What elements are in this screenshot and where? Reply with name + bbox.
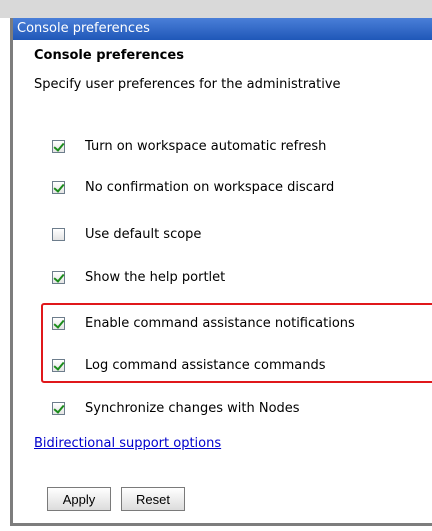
checkbox-command-assist-notifications[interactable] <box>52 316 65 330</box>
checkbox-default-scope[interactable] <box>52 227 65 241</box>
section-description: Specify user preferences for the adminis… <box>34 77 341 92</box>
panel-title: Console preferences <box>17 21 150 36</box>
option-label: No confirmation on workspace discard <box>85 179 335 195</box>
checkbox-sync-nodes[interactable] <box>52 401 65 415</box>
option-log-command-assist[interactable]: Log command assistance commands <box>52 355 326 375</box>
checkbox-log-command-assist[interactable] <box>52 358 65 372</box>
checkbox-help-portlet[interactable] <box>52 270 65 284</box>
option-label: Turn on workspace automatic refresh <box>85 138 327 154</box>
option-no-confirm-discard[interactable]: No confirmation on workspace discard <box>52 177 334 197</box>
top-strip <box>0 0 432 18</box>
option-workspace-auto-refresh[interactable]: Turn on workspace automatic refresh <box>52 136 326 156</box>
apply-button[interactable]: Apply <box>47 487 111 511</box>
option-label: Show the help portlet <box>85 269 226 285</box>
option-label: Use default scope <box>85 226 202 242</box>
option-label: Log command assistance commands <box>85 357 326 373</box>
bidirectional-support-link[interactable]: Bidirectional support options <box>34 436 221 451</box>
panel-titlebar: Console preferences <box>13 18 432 40</box>
checkbox-workspace-auto-refresh[interactable] <box>52 139 65 153</box>
option-sync-nodes[interactable]: Synchronize changes with Nodes <box>52 398 300 418</box>
option-label: Enable command assistance notifications <box>85 315 355 331</box>
section-heading: Console preferences <box>34 48 184 63</box>
option-default-scope[interactable]: Use default scope <box>52 224 201 244</box>
option-command-assist-notifications[interactable]: Enable command assistance notifications <box>52 313 355 333</box>
checkbox-no-confirm-discard[interactable] <box>52 180 65 194</box>
option-label: Synchronize changes with Nodes <box>85 400 300 416</box>
reset-button[interactable]: Reset <box>121 487 185 511</box>
option-help-portlet[interactable]: Show the help portlet <box>52 267 225 287</box>
